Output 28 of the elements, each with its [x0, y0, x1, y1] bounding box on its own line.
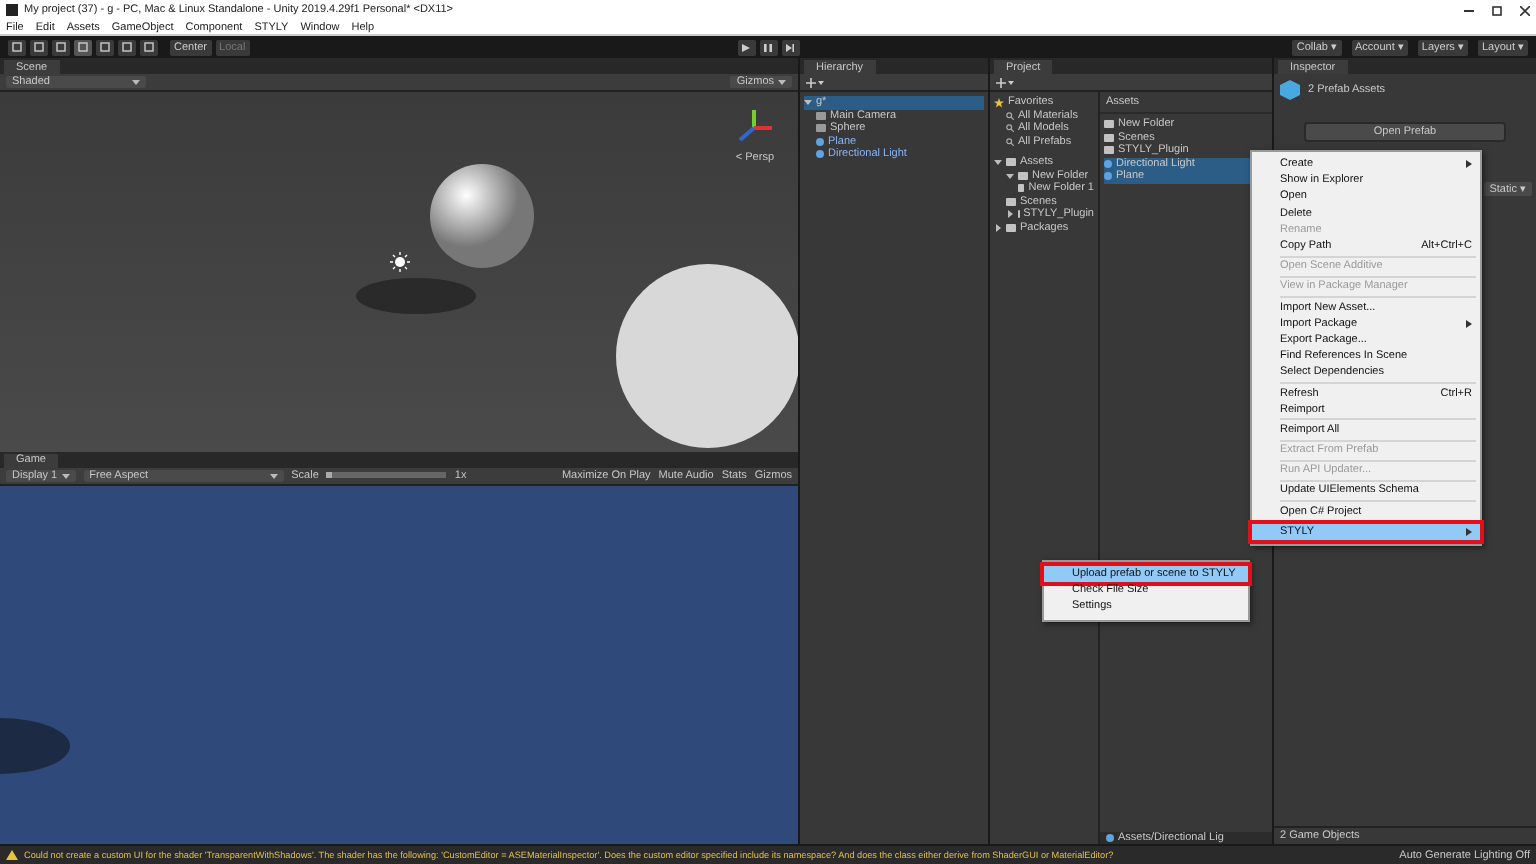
search-icon: [1006, 111, 1014, 120]
add-icon[interactable]: [806, 77, 824, 87]
pause-button[interactable]: [759, 39, 778, 55]
play-button[interactable]: [737, 39, 756, 55]
sphere-drawing: [430, 164, 534, 268]
warning-icon: [6, 850, 18, 860]
foldout-arrow-icon: [804, 98, 812, 107]
shadow-drawing: [0, 717, 70, 773]
pause-icon: [764, 43, 773, 51]
caret-icon: [269, 471, 278, 479]
search-icon: [1006, 137, 1014, 146]
step-icon: [786, 43, 795, 51]
minimize-icon[interactable]: [1464, 9, 1474, 11]
search-icon: [1006, 124, 1014, 133]
play-icon: [742, 43, 751, 51]
cube-icon: [1280, 80, 1300, 100]
maximize-icon[interactable]: [1492, 5, 1502, 15]
caret-icon: [778, 78, 786, 86]
caret-icon: [132, 78, 140, 86]
star-icon: [994, 97, 1004, 108]
step-button[interactable]: [781, 39, 800, 55]
shadow-drawing: [356, 278, 476, 314]
scale-slider[interactable]: [326, 472, 447, 478]
prefab-icon: [1106, 833, 1114, 842]
add-icon[interactable]: [996, 77, 1014, 87]
close-icon[interactable]: [1520, 5, 1530, 15]
sun-icon: [390, 252, 410, 272]
caret-icon: [61, 471, 70, 479]
